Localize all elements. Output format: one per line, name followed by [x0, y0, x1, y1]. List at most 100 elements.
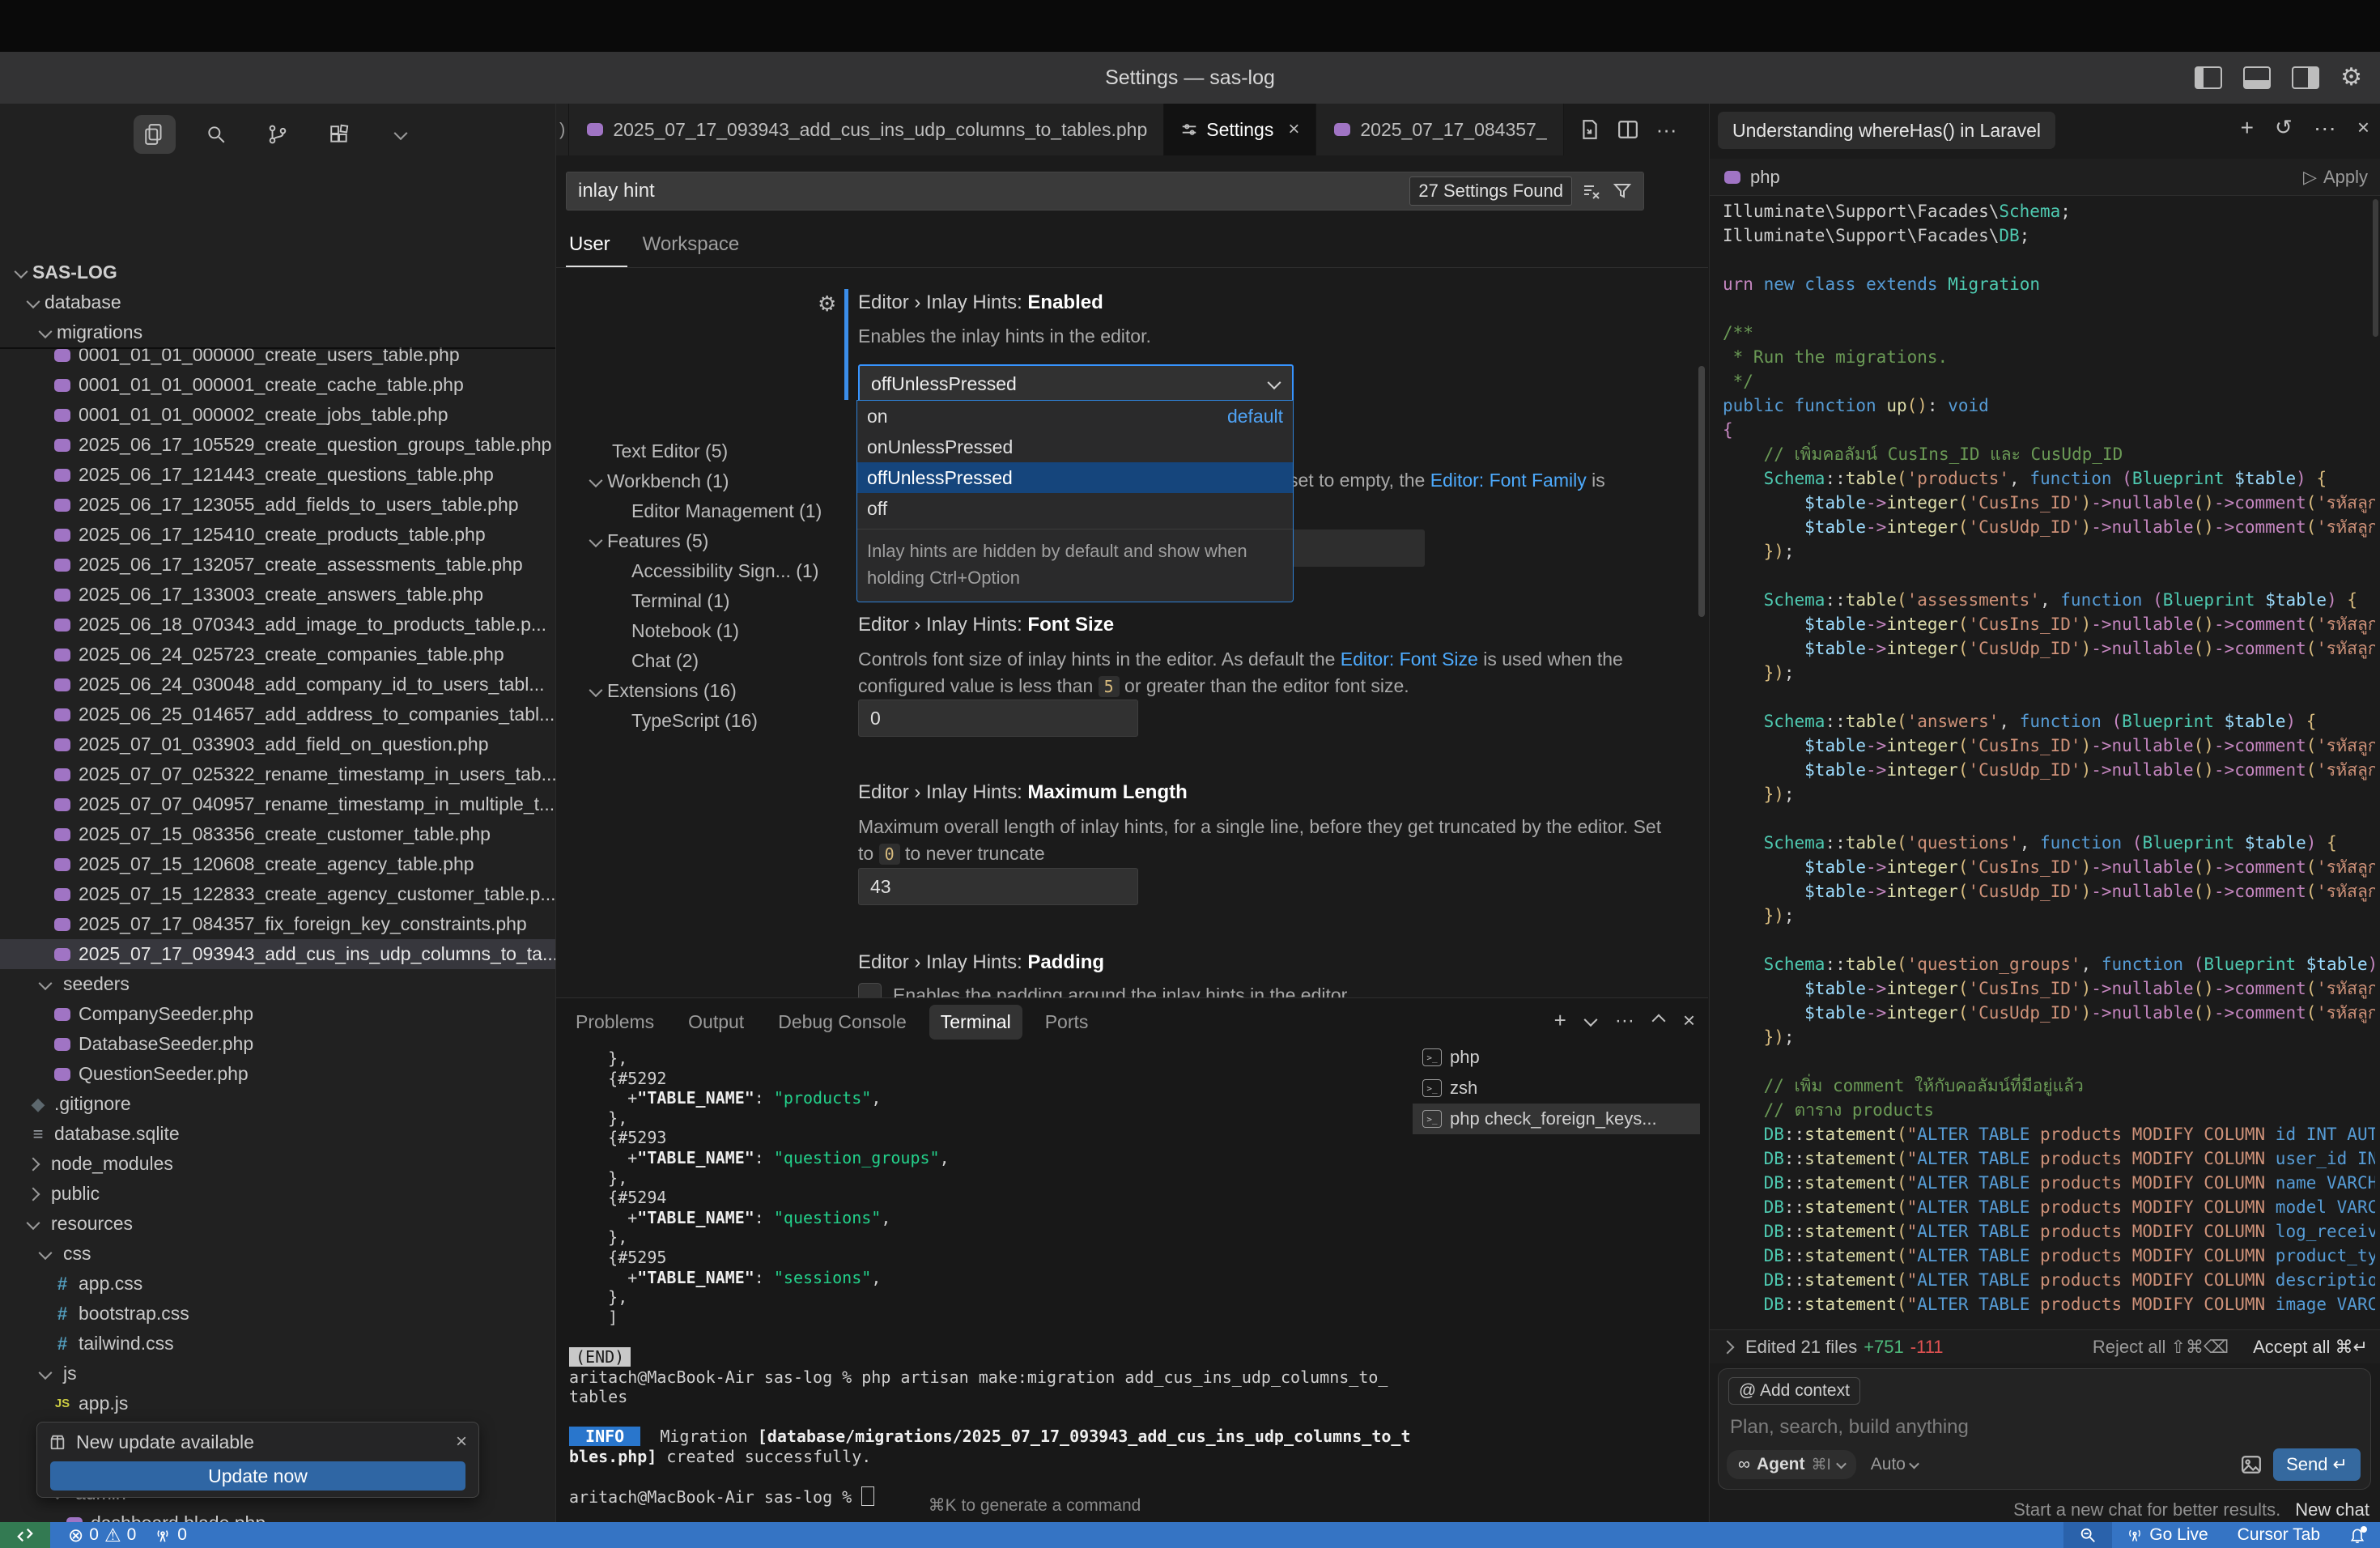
more-icon[interactable]: ··· — [2314, 115, 2336, 141]
tree-item[interactable]: 2025_06_17_121443_create_questions_table… — [0, 460, 556, 490]
tree-item[interactable]: css — [0, 1239, 556, 1269]
enabled-dropdown[interactable]: offUnlessPressed — [858, 364, 1294, 403]
tree-item[interactable]: 2025_06_17_123055_add_fields_to_users_ta… — [0, 490, 556, 520]
panel-tab-output[interactable]: Output — [677, 1005, 755, 1040]
update-now-button[interactable]: Update now — [50, 1461, 465, 1491]
toc-item[interactable]: Editor Management (1) — [631, 500, 822, 522]
tab-migration-093943[interactable]: 2025_07_17_093943_add_cus_ins_udp_column… — [569, 104, 1164, 155]
settings-search[interactable]: inlay hint 27 Settings Found — [566, 172, 1644, 211]
dropdown-option[interactable]: offUnlessPressed — [857, 462, 1293, 493]
dropdown-option[interactable]: ondefault — [857, 401, 1293, 432]
model-selector[interactable]: Auto — [1871, 1455, 1918, 1474]
panel-tab-ports[interactable]: Ports — [1034, 1005, 1100, 1040]
new-terminal-icon[interactable]: + — [1554, 1008, 1566, 1033]
tab-workspace[interactable]: Workspace — [643, 233, 740, 256]
tree-item[interactable]: #tailwind.css — [0, 1329, 556, 1359]
tree-item[interactable]: #app.css — [0, 1269, 556, 1299]
tree-item[interactable]: 2025_07_15_083356_create_customer_table.… — [0, 819, 556, 849]
tree-item[interactable]: ◆.gitignore — [0, 1089, 556, 1119]
tree-item[interactable]: 2025_06_17_105529_create_question_groups… — [0, 430, 556, 460]
ports-indicator[interactable]: 0 — [154, 1525, 187, 1545]
font-family-link[interactable]: Editor: Font Family — [1430, 470, 1587, 491]
toc-item[interactable]: Features (5) — [591, 530, 708, 552]
toc-item[interactable]: Accessibility Sign... (1) — [631, 560, 818, 582]
tab-migration-084357[interactable]: 2025_07_17_084357_ — [1316, 104, 1563, 155]
gear-icon[interactable]: ⚙ — [2340, 66, 2362, 90]
remote-indicator[interactable] — [0, 1522, 50, 1548]
tree-item[interactable]: 2025_06_25_014657_add_address_to_compani… — [0, 700, 556, 729]
accept-all-button[interactable]: Accept all ⌘↵ — [2253, 1337, 2368, 1358]
tree-item[interactable]: 2025_07_07_025322_rename_timestamp_in_us… — [0, 759, 556, 789]
apply-button[interactable]: ▷ Apply — [2303, 167, 2368, 188]
dropdown-option[interactable]: onUnlessPressed — [857, 432, 1293, 462]
tree-item[interactable]: 0001_01_01_000002_create_jobs_table.php — [0, 400, 556, 430]
panel-tab-terminal[interactable]: Terminal — [929, 1005, 1022, 1040]
more-actions-icon[interactable]: ··· — [1656, 117, 1677, 142]
dropdown-option[interactable]: off — [857, 493, 1293, 524]
tree-item[interactable]: JSapp.js — [0, 1389, 556, 1418]
tree-item[interactable]: public — [0, 1179, 556, 1209]
project-root[interactable]: SAS-LOG — [0, 257, 556, 287]
tree-item[interactable]: 2025_06_18_070343_add_image_to_products_… — [0, 610, 556, 640]
notifications-bell-icon[interactable] — [2335, 1526, 2380, 1544]
tab-user[interactable]: User — [569, 233, 610, 256]
new-chat-icon[interactable]: + — [2241, 115, 2254, 141]
clear-filters-icon[interactable] — [1582, 181, 1601, 201]
tree-item[interactable]: seeders — [0, 969, 556, 999]
cursor-tab-button[interactable]: Cursor Tab — [2223, 1525, 2335, 1545]
partial-tab[interactable]: ) — [556, 104, 569, 155]
chat-tab[interactable]: Understanding whereHas() in Laravel — [1718, 112, 2055, 149]
tree-item[interactable]: 2025_07_15_120608_create_agency_table.ph… — [0, 849, 556, 879]
toc-item[interactable]: Chat (2) — [631, 650, 699, 672]
tree-item[interactable]: #bootstrap.css — [0, 1299, 556, 1329]
folder-database[interactable]: database — [0, 287, 556, 317]
tree-item[interactable]: 2025_06_24_025723_create_companies_table… — [0, 640, 556, 670]
zoom-icon[interactable] — [2063, 1522, 2112, 1548]
tree-item[interactable]: 2025_07_01_033903_add_field_on_question.… — [0, 729, 556, 759]
terminal-dropdown-icon[interactable] — [1583, 1013, 1597, 1027]
explorer-icon[interactable] — [134, 115, 176, 154]
tree-item[interactable]: dashboard.blade.php — [0, 1508, 556, 1522]
scrollbar[interactable] — [1698, 366, 1705, 617]
open-preview-icon[interactable] — [1580, 119, 1600, 140]
extensions-icon[interactable] — [318, 115, 360, 154]
terminal-session[interactable]: >_php — [1413, 1042, 1700, 1073]
close-icon[interactable]: × — [1288, 118, 1299, 141]
scrollbar[interactable] — [2373, 199, 2378, 337]
tree-item[interactable]: 2025_06_17_132057_create_assessments_tab… — [0, 550, 556, 580]
terminal-output[interactable]: }, {#5292 +"TABLE_NAME": "products", }, … — [569, 1048, 1411, 1507]
history-icon[interactable]: ↺ — [2275, 115, 2293, 141]
tree-item[interactable]: 2025_06_17_133003_create_answers_table.p… — [0, 580, 556, 610]
toc-item[interactable]: Terminal (1) — [631, 590, 729, 612]
toc-item[interactable]: Text Editor (5) — [612, 440, 728, 462]
panel-tab-debug-console[interactable]: Debug Console — [767, 1005, 918, 1040]
tree-item[interactable]: resources — [0, 1209, 556, 1239]
toggle-left-sidebar-icon[interactable] — [2195, 66, 2222, 89]
tree-item[interactable]: ≡database.sqlite — [0, 1119, 556, 1149]
tree-item[interactable]: 2025_06_17_125410_create_products_table.… — [0, 520, 556, 550]
close-panel-icon[interactable]: × — [1683, 1008, 1695, 1033]
panel-tab-problems[interactable]: Problems — [564, 1005, 665, 1040]
terminal-session[interactable]: >_zsh — [1413, 1073, 1700, 1104]
tree-item[interactable]: 0001_01_01_000001_create_cache_table.php — [0, 370, 556, 400]
close-icon[interactable]: × — [2357, 115, 2369, 141]
tree-item[interactable]: js — [0, 1359, 556, 1389]
tree-item[interactable]: 2025_06_24_030048_add_company_id_to_user… — [0, 670, 556, 700]
tree-item[interactable]: DatabaseSeeder.php — [0, 1029, 556, 1059]
setting-gear-icon[interactable]: ⚙ — [818, 291, 836, 317]
problems-indicator[interactable]: ⊗0 ⚠0 — [68, 1525, 136, 1546]
toc-item[interactable]: Notebook (1) — [631, 620, 739, 642]
split-editor-icon[interactable] — [1617, 120, 1638, 139]
maximize-panel-icon[interactable] — [1651, 1014, 1665, 1027]
folder-migrations[interactable]: migrations — [0, 317, 556, 347]
padding-checkbox[interactable] — [858, 983, 882, 997]
font-size-input[interactable]: 0 — [858, 700, 1138, 737]
search-icon[interactable] — [195, 115, 237, 154]
edited-files-label[interactable]: Edited 21 files — [1745, 1337, 1857, 1358]
tree-item[interactable]: 2025_07_15_122833_create_agency_customer… — [0, 879, 556, 909]
filter-icon[interactable] — [1613, 181, 1632, 201]
tree-item[interactable]: QuestionSeeder.php — [0, 1059, 556, 1089]
terminal-session[interactable]: >_php check_foreign_keys... — [1413, 1104, 1700, 1134]
agent-mode-selector[interactable]: ∞ Agent ⌘I — [1727, 1450, 1856, 1479]
toc-item[interactable]: Extensions (16) — [591, 680, 737, 702]
